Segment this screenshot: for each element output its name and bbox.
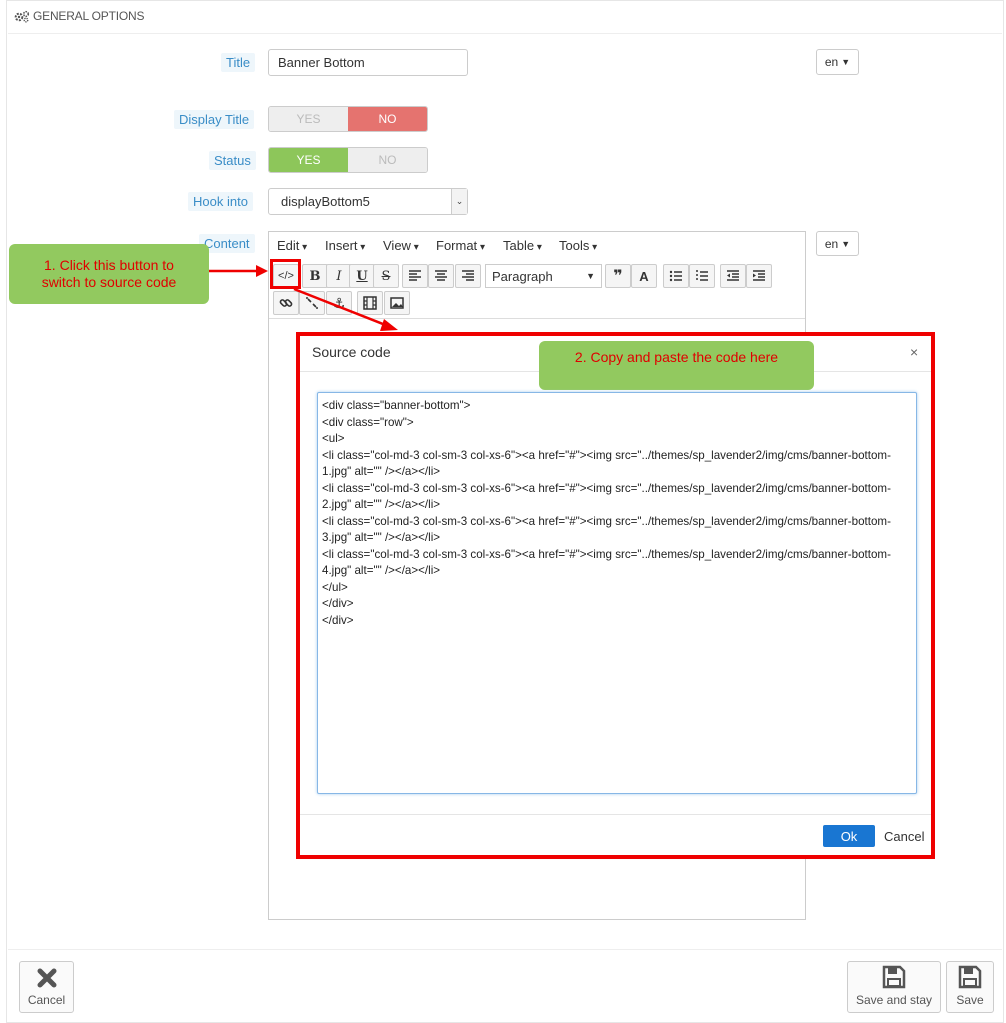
- dialog-title: Source code: [312, 344, 391, 360]
- callout-step-1-line-1: 1. Click this button to: [44, 257, 174, 273]
- callout-step-2-text: 2. Copy and paste the code here: [574, 349, 779, 365]
- dialog-close-icon[interactable]: ×: [910, 344, 918, 360]
- save-label: Save: [956, 993, 984, 1007]
- cancel-button-label: Cancel: [27, 993, 66, 1007]
- floppy-disk-icon: [882, 965, 906, 989]
- footer-divider: [8, 949, 1002, 950]
- source-code-textarea[interactable]: <div class="banner-bottom"> <div class="…: [317, 392, 917, 794]
- dialog-cancel-button[interactable]: Cancel: [884, 829, 924, 844]
- save-and-stay-label: Save and stay: [855, 993, 933, 1007]
- floppy-disk-icon: [958, 965, 982, 989]
- arrowhead-1: [256, 265, 268, 277]
- save-and-stay-button[interactable]: Save and stay: [847, 961, 941, 1013]
- save-button[interactable]: Save: [946, 961, 994, 1013]
- callout-step-1: 1. Click this button to switch to source…: [9, 244, 209, 304]
- dialog-footer-divider: [300, 814, 931, 815]
- callout-step-2: 2. Copy and paste the code here: [539, 341, 814, 390]
- dialog-ok-button[interactable]: Ok: [823, 825, 875, 847]
- arrowhead-2: [380, 319, 398, 331]
- arrow-to-source-dialog: [293, 287, 389, 328]
- cancel-button[interactable]: Cancel: [19, 961, 74, 1013]
- callout-step-1-line-2: switch to source code: [41, 274, 177, 290]
- close-icon: [37, 968, 56, 988]
